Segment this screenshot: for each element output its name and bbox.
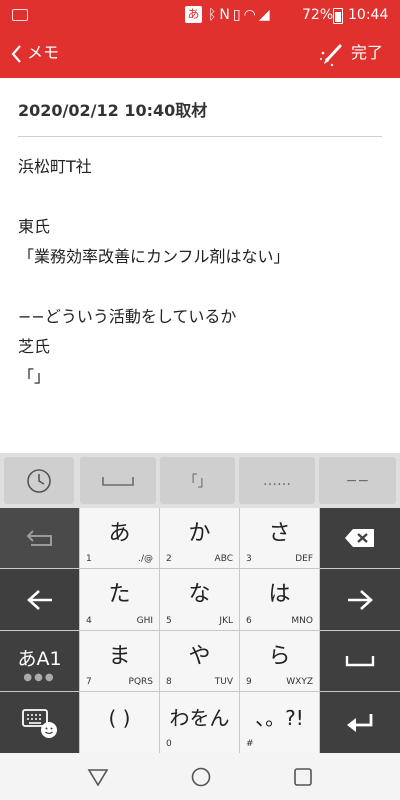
back-button-label[interactable]: メモ — [27, 42, 59, 64]
memo-line[interactable]: −−どういう活動をしているか — [18, 306, 236, 328]
nfc-icon: Ν — [219, 7, 233, 23]
key-parentheses[interactable]: ( ) — [80, 692, 159, 753]
key-sub-label: WXYZ — [286, 677, 313, 687]
status-bar: あ ᛒΝ▯◠◢ 72% 10:44 — [0, 0, 400, 30]
key-sub-label: PQRS — [128, 677, 153, 687]
key-number: 2 — [166, 554, 172, 564]
arrow-right-icon — [348, 589, 373, 610]
key-kana: は — [268, 582, 291, 607]
key-ya[interactable]: や 8 TUV — [160, 631, 239, 691]
key-number: 1 — [86, 554, 92, 564]
memo-line[interactable]: 「業務効率改善にカンフル剤はない」 — [18, 246, 290, 268]
key-number: 9 — [246, 677, 252, 687]
key-kana: さ — [268, 521, 291, 546]
key-ta[interactable]: た 4 GHI — [80, 569, 159, 630]
input-mode-key[interactable]: あA1 ●●● — [0, 631, 79, 691]
app-bar: メモ 完了 — [0, 30, 400, 78]
candidate-bar: 「」 …… −− — [0, 453, 400, 508]
vibrate-icon: ▯ — [232, 7, 244, 23]
key-ka[interactable]: か 2 ABC — [160, 508, 239, 568]
key-kana: ら — [268, 644, 291, 669]
key-number: 6 — [246, 616, 252, 626]
dash-candidate[interactable]: −− — [319, 457, 396, 504]
space-icon — [345, 656, 375, 667]
edit-pen-icon — [320, 44, 342, 67]
keyboard-status-icon — [12, 9, 28, 21]
key-sub-label: MNO — [291, 616, 313, 626]
key-sub-label: GHI — [136, 616, 153, 626]
ime-status-badge: あ — [185, 6, 202, 23]
battery-icon — [333, 8, 343, 24]
key-kana: ま — [108, 644, 131, 669]
key-number: # — [246, 739, 254, 749]
nav-back-icon[interactable] — [87, 767, 109, 787]
status-time: 10:44 — [348, 7, 389, 23]
arrow-left-icon — [26, 589, 52, 610]
clock-history-button[interactable] — [4, 457, 74, 504]
key-ha[interactable]: は 6 MNO — [240, 569, 319, 630]
key-kana: や — [188, 644, 211, 669]
key-number: 5 — [166, 616, 172, 626]
backspace-icon — [345, 529, 374, 547]
key-sa[interactable]: さ 3 DEF — [240, 508, 319, 568]
memo-line[interactable]: 浜松町T社 — [18, 156, 92, 178]
nav-recents-icon[interactable] — [293, 767, 313, 787]
key-number: 4 — [86, 616, 92, 626]
key-number: 3 — [246, 554, 252, 564]
key-sub-label: JKL — [219, 616, 233, 626]
more-dots-icon: ●●● — [23, 672, 56, 683]
undo-icon — [26, 530, 52, 546]
nav-home-icon[interactable] — [190, 766, 212, 788]
input-mode-label: あA1 — [17, 648, 62, 670]
keyboard: あA1 ●●● あ 1 ./@ か 2 ABC さ 3 DEF た 4 GHI — [0, 508, 400, 753]
bracket-candidate[interactable]: 「」 — [160, 457, 235, 504]
memo-line[interactable]: 芝氏 — [18, 336, 50, 358]
memo-line[interactable]: 東氏 — [18, 216, 50, 238]
memo-line[interactable]: 「」 — [18, 366, 50, 388]
key-number: 8 — [166, 677, 172, 687]
emoji-keyboard-key[interactable] — [0, 692, 79, 753]
key-ma[interactable]: ま 7 PQRS — [80, 631, 159, 691]
key-kana: わをん — [169, 706, 230, 730]
ellipsis-candidate[interactable]: …… — [239, 457, 315, 504]
battery-percentage: 72% — [302, 7, 334, 23]
key-number: 0 — [166, 739, 172, 749]
navigation-bar — [0, 753, 400, 800]
space-key[interactable] — [320, 631, 400, 691]
key-sub-label: TUV — [214, 677, 233, 687]
clock-icon — [27, 468, 51, 493]
signal-icon: ◢ — [258, 7, 273, 23]
cursor-right-key[interactable] — [320, 569, 400, 630]
wifi-icon: ◠ — [243, 7, 259, 23]
key-punctuation[interactable]: 、。?! # — [240, 692, 319, 753]
space-icon — [102, 476, 134, 486]
memo-title[interactable]: 2020/02/12 10:40取材 — [18, 100, 207, 122]
key-sub-label: DEF — [295, 554, 313, 564]
key-wa[interactable]: わをん 0 — [160, 692, 239, 753]
key-na[interactable]: な 5 JKL — [160, 569, 239, 630]
key-ra[interactable]: ら 9 WXYZ — [240, 631, 319, 691]
cursor-left-key[interactable] — [0, 569, 79, 630]
emoji-keyboard-icon — [21, 708, 57, 738]
space-candidate[interactable] — [80, 457, 156, 504]
enter-icon — [347, 713, 373, 732]
bluetooth-icon: ᛒ — [208, 7, 220, 23]
done-button[interactable]: 完了 — [351, 42, 383, 64]
key-kana: な — [188, 582, 211, 607]
key-a[interactable]: あ 1 ./@ — [80, 508, 159, 568]
key-kana: か — [188, 521, 211, 546]
key-kana: た — [108, 582, 131, 607]
key-kana: ( ) — [108, 706, 131, 730]
key-sub-label: ABC — [214, 554, 233, 564]
status-icons: ᛒΝ▯◠◢ — [208, 5, 273, 25]
key-kana: 、。?! — [255, 706, 304, 730]
title-divider — [18, 136, 382, 137]
key-kana: あ — [108, 521, 131, 546]
enter-key[interactable] — [320, 692, 400, 753]
key-sub-label: ./@ — [138, 554, 153, 564]
undo-key[interactable] — [0, 508, 79, 568]
key-number: 7 — [86, 677, 92, 687]
backspace-key[interactable] — [320, 508, 400, 568]
